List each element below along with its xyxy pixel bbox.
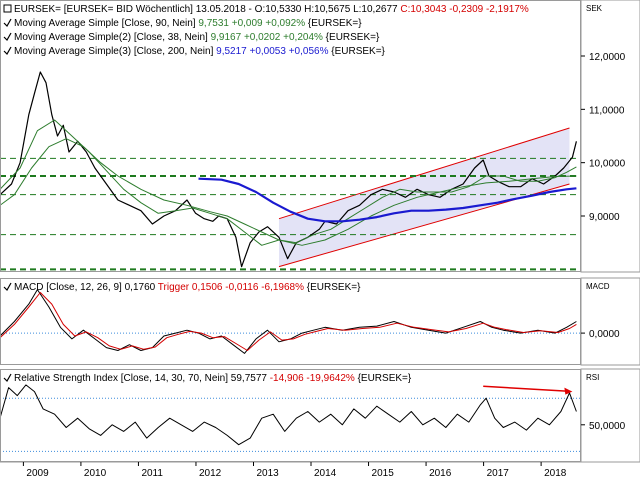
legend-label: MACD [Close, 12, 26, 9] 0,1760: [14, 282, 158, 293]
rsi-axis-title: RSI: [586, 373, 599, 382]
legend-row: Moving Average Simple(2) [Close, 38, Nei…: [3, 32, 380, 43]
legend-value: -14,906 -19,9642%: [270, 373, 355, 384]
x-tick-label: 2011: [141, 468, 163, 479]
macd-axis-title: MACD: [586, 282, 610, 291]
x-tick-label: 2017: [487, 468, 510, 479]
legend-text: Moving Average Simple [Close, 90, Nein] …: [14, 18, 362, 29]
legend-label: Relative Strength Index [Close, 14, 30, …: [14, 373, 270, 384]
legend-label: Moving Average Simple(2) [Close, 38, Nei…: [14, 32, 211, 43]
legend-value: 9,9167 +0,0202 +0,204%: [211, 32, 323, 43]
macd-y-tick-label: 0,0000: [589, 329, 620, 340]
legend-symbol: {EURSEK=}: [355, 373, 412, 384]
legend-value: 9,5217 +0,0053 +0,056%: [216, 46, 328, 57]
legend-symbol: {EURSEK=}: [323, 32, 380, 43]
legend-symbol: {EURSEK=}: [305, 18, 362, 29]
legend-row: MACD [Close, 12, 26, 9] 0,1760 Trigger 0…: [3, 282, 361, 293]
price-axis-box: [580, 0, 640, 273]
legend-label: EURSEK= [EURSEK= BID Wöchentlich] 13.05.…: [14, 4, 400, 15]
legend-row: Relative Strength Index [Close, 14, 30, …: [3, 373, 412, 384]
x-tick-label: 2012: [199, 468, 222, 479]
legend-symbol: {EURSEK=}: [328, 46, 385, 57]
x-tick-label: 2013: [256, 468, 279, 479]
price-y-tick-label: 10,0000: [589, 159, 626, 170]
price-y-tick-label: 9,0000: [589, 212, 620, 223]
price-y-tick-label: 12,0000: [589, 52, 626, 63]
legend-value: 9,7531 +0,009 +0,092%: [198, 18, 305, 29]
legend-row: Moving Average Simple(3) [Close, 200, Ne…: [3, 46, 386, 57]
legend-row: EURSEK= [EURSEK= BID Wöchentlich] 13.05.…: [3, 4, 529, 15]
legend-symbol: {EURSEK=}: [304, 282, 361, 293]
eursek-chart: SEK 12,0000 11,0000 10,0000 9,0000 EURSEK= [E…: [0, 0, 640, 480]
price-axis-title: SEK: [586, 4, 603, 13]
x-tick-label: 2016: [429, 468, 452, 479]
legend-label: Moving Average Simple [Close, 90, Nein]: [14, 18, 198, 29]
x-tick-label: 2015: [372, 468, 395, 479]
legend-label: Moving Average Simple(3) [Close, 200, Ne…: [14, 46, 216, 57]
legend-row: Moving Average Simple [Close, 90, Nein] …: [3, 18, 362, 29]
legend-text: EURSEK= [EURSEK= BID Wöchentlich] 13.05.…: [14, 4, 529, 15]
x-tick-label: 2009: [26, 468, 49, 479]
macd-axis-box: [580, 277, 640, 366]
legend-value: Trigger 0,1506 -0,0116 -6,1968%: [158, 282, 304, 293]
legend-text: MACD [Close, 12, 26, 9] 0,1760 Trigger 0…: [14, 282, 361, 293]
x-tick-label: 2018: [544, 468, 567, 479]
price-y-tick-label: 11,0000: [589, 105, 625, 116]
legend-text: Moving Average Simple(2) [Close, 38, Nei…: [14, 32, 380, 43]
rsi-y-tick-label: 50,0000: [589, 421, 626, 432]
x-tick-label: 2014: [314, 468, 337, 479]
x-tick-label: 2010: [84, 468, 107, 479]
legend-text: Moving Average Simple(3) [Close, 200, Ne…: [14, 46, 386, 57]
legend-text: Relative Strength Index [Close, 14, 30, …: [14, 373, 412, 384]
legend-value: C:10,3043 -0,2309 -2,1917%: [400, 4, 529, 15]
rsi-axis-box: [580, 368, 640, 463]
